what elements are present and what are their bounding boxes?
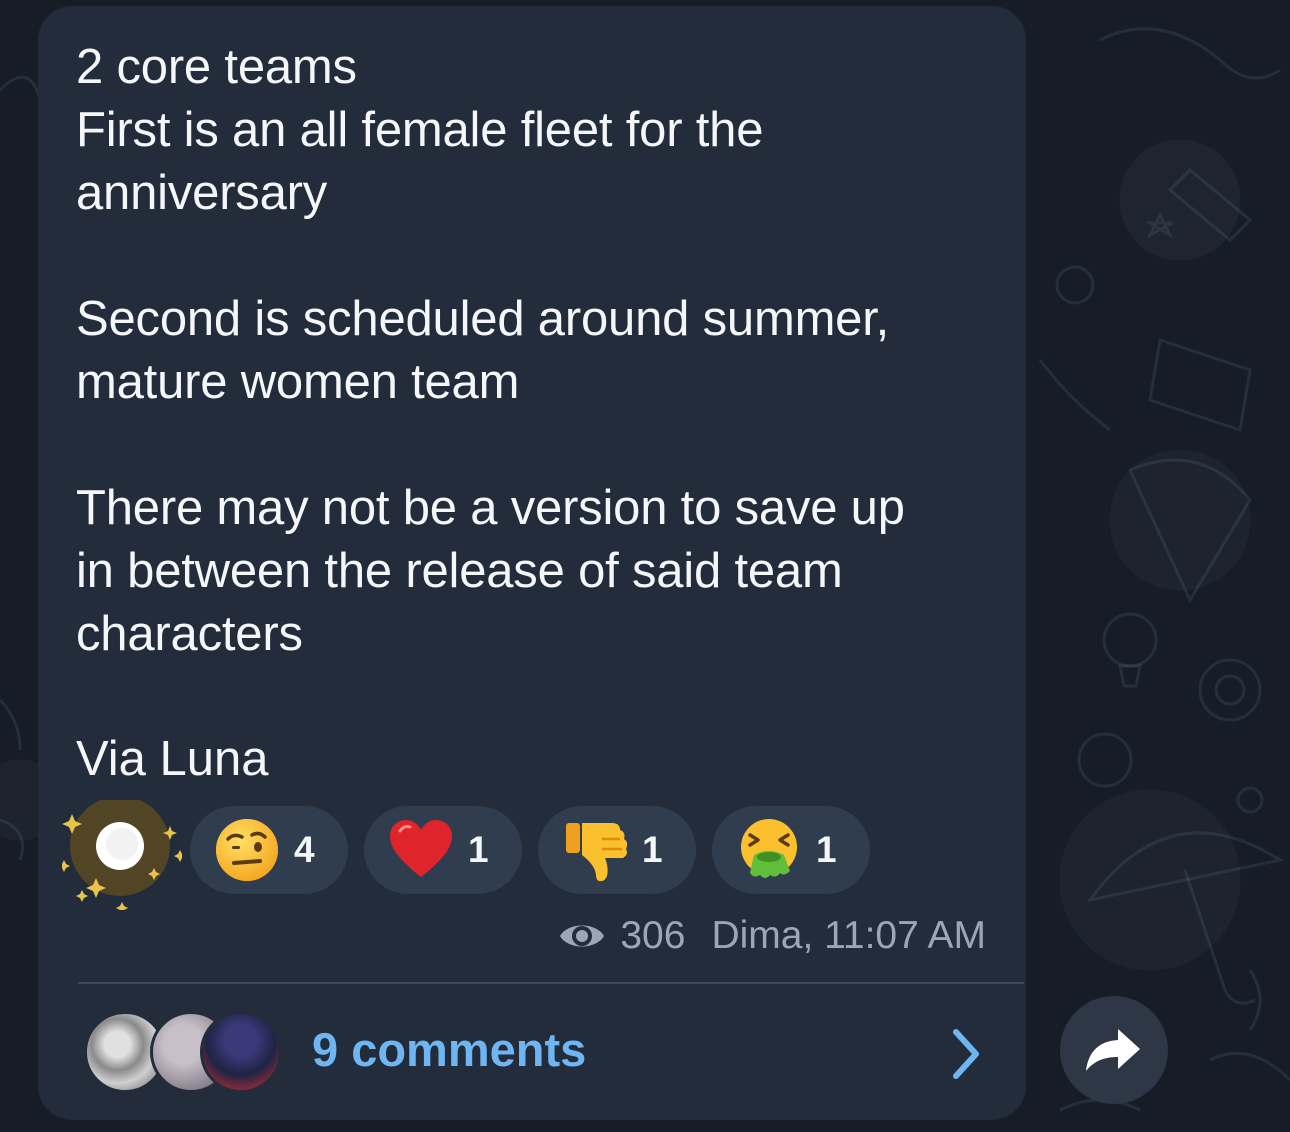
reaction-count: 4 [294, 829, 315, 870]
message-line: in between the release of said team [76, 544, 843, 598]
author-time: Dima, 11:07 AM [711, 914, 986, 957]
message-line: There may not be a version to save up [76, 481, 905, 535]
raised-eyebrow-face-icon [216, 819, 278, 881]
message-line: anniversary [76, 166, 328, 220]
comments-link[interactable]: 9 comments [312, 1022, 586, 1077]
message-line: 2 core teams [76, 40, 357, 94]
reaction-vomiting[interactable]: 1 [712, 806, 870, 894]
eye-icon [560, 925, 605, 947]
message-line: First is an all female fleet for the [76, 103, 764, 157]
message-text: 2 core teams First is an all female flee… [76, 36, 1006, 666]
thumbs-down-icon [566, 823, 628, 882]
message-line: Second is scheduled around summer, [76, 292, 890, 346]
reaction-count: 1 [642, 829, 663, 870]
message-line: characters [76, 607, 303, 661]
share-button[interactable] [1060, 996, 1168, 1104]
message-meta: 306 Dima, 11:07 AM [558, 912, 986, 960]
view-count: 306 [620, 914, 686, 957]
share-arrow-icon [1086, 1029, 1140, 1071]
message-line: mature women team [76, 355, 520, 409]
heart-icon [390, 820, 452, 877]
reaction-heart[interactable]: 1 [364, 806, 522, 894]
chevron-right-icon[interactable] [946, 1024, 986, 1084]
sparkle-star-icon [58, 796, 186, 914]
reaction-raised-eyebrow[interactable]: 4 [190, 806, 348, 894]
avatar [200, 1011, 282, 1093]
comments-row[interactable]: 9 comments [38, 984, 1026, 1120]
reaction-sparkle[interactable] [58, 796, 186, 914]
reaction-count: 1 [816, 829, 837, 870]
reaction-thumbs-down[interactable]: 1 [538, 806, 696, 894]
message-signature: Via Luna [76, 732, 269, 786]
vomiting-face-icon [741, 819, 797, 878]
reaction-count: 1 [468, 829, 489, 870]
